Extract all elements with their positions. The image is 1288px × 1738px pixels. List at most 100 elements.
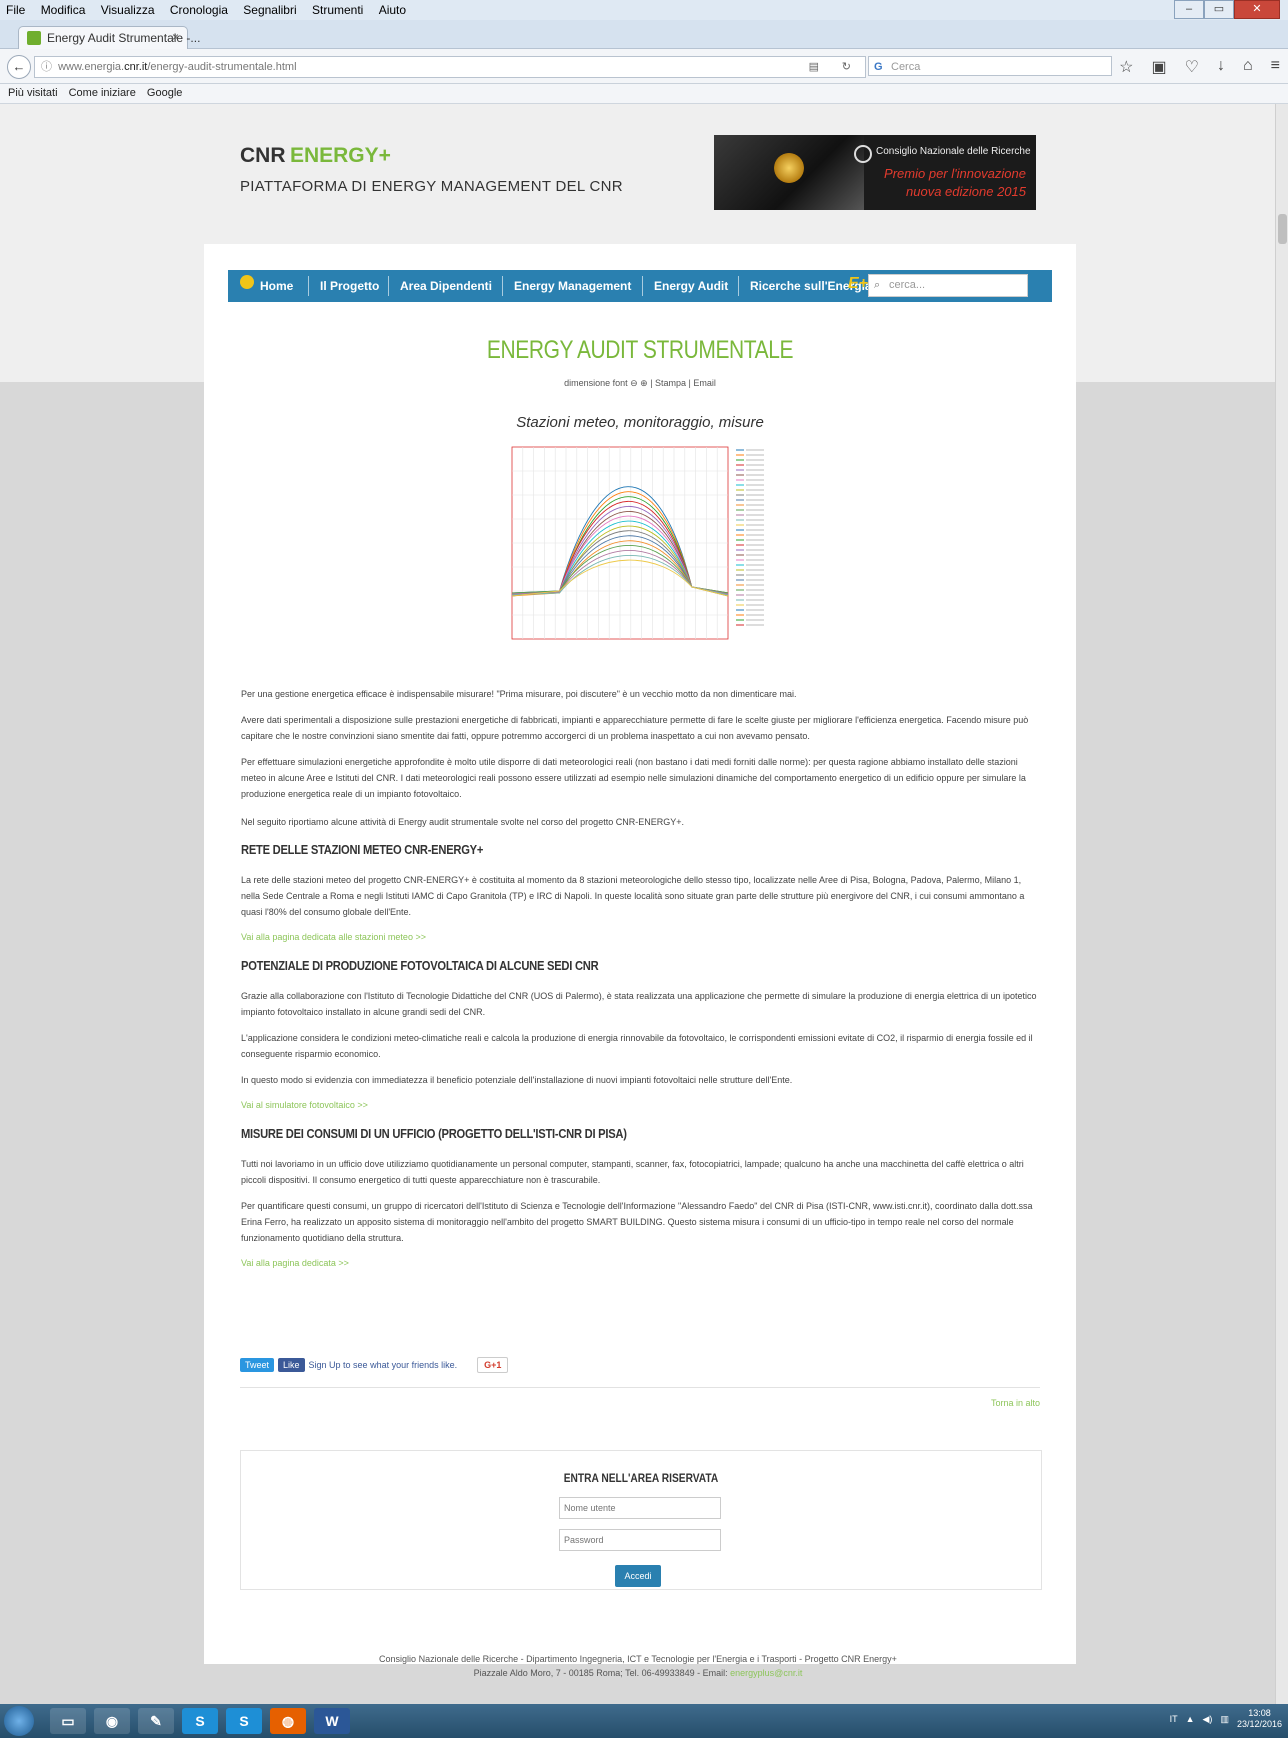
chart-grid bbox=[512, 447, 728, 639]
search-engine-icon[interactable]: G bbox=[874, 57, 883, 77]
page-scrollbar[interactable] bbox=[1275, 104, 1288, 1704]
paragraph-isti: Per quantificare questi consumi, un grup… bbox=[241, 1201, 1033, 1243]
skype-business-icon[interactable]: S bbox=[226, 1708, 262, 1734]
banner-line2: Premio per l'innovazione bbox=[884, 166, 1026, 181]
banner-line1: Consiglio Nazionale delle Ricerche bbox=[876, 146, 1031, 157]
nav-divider bbox=[502, 276, 503, 296]
media-icon[interactable]: ◉ bbox=[94, 1708, 130, 1734]
menu-cronologia[interactable]: Cronologia bbox=[164, 0, 234, 17]
bookmark-star-icon[interactable]: ☆ bbox=[1119, 57, 1133, 77]
skype-icon[interactable]: S bbox=[182, 1708, 218, 1734]
close-window-button[interactable]: ✕ bbox=[1234, 0, 1280, 19]
nav-divider bbox=[388, 276, 389, 296]
url-host: cnr.it bbox=[124, 61, 148, 73]
browser-menubar: File Modifica Visualizza Cronologia Segn… bbox=[0, 0, 1288, 20]
minimize-button[interactable]: – bbox=[1174, 0, 1204, 19]
word-icon[interactable]: W bbox=[314, 1708, 350, 1734]
brand-energy: ENERGY+ bbox=[289, 144, 391, 167]
tab-close-icon[interactable]: × bbox=[172, 30, 179, 44]
login-title: ENTRA NELL'AREA RISERVATA bbox=[563, 1471, 719, 1485]
nav-il-progetto[interactable]: Il Progetto bbox=[320, 270, 379, 302]
reader-view-icon[interactable]: ▤ bbox=[809, 57, 819, 77]
menu-strumenti[interactable]: Strumenti bbox=[306, 0, 369, 17]
link-pagina-dedicata[interactable]: Vai alla pagina dedicata >> bbox=[241, 1258, 349, 1268]
url-prefix: www.energia. bbox=[58, 61, 125, 73]
tweet-button[interactable]: Tweet bbox=[240, 1358, 275, 1372]
menu-visualizza[interactable]: Visualizza bbox=[95, 0, 161, 17]
tray-arrow-icon[interactable]: ▲ bbox=[1186, 1714, 1195, 1724]
downloads-icon[interactable]: ↓ bbox=[1217, 57, 1225, 77]
paragraph-dati-sperimentali: Avere dati sperimentali a disposizione s… bbox=[241, 715, 1029, 741]
meteo-chart-image bbox=[494, 442, 784, 660]
clock[interactable]: 13:08 23/12/2016 bbox=[1237, 1708, 1282, 1730]
explorer-icon[interactable]: ▭ bbox=[50, 1708, 86, 1734]
paragraph-ufficio: Tutti noi lavoriamo in un ufficio dove u… bbox=[241, 1159, 1024, 1185]
site-search-placeholder: cerca... bbox=[889, 279, 926, 291]
tab-energy-audit[interactable]: Energy Audit Strumentale -... × bbox=[18, 26, 200, 49]
login-button[interactable]: Accedi bbox=[615, 1565, 661, 1587]
chart-legend bbox=[736, 449, 764, 626]
article-tools[interactable]: dimensione font ⊖ ⊕ | Stampa | Email bbox=[204, 378, 1076, 389]
bookmark-piu-visitati[interactable]: Più visitati bbox=[8, 84, 58, 99]
firefox-icon[interactable]: ◍ bbox=[270, 1708, 306, 1734]
menu-file[interactable]: File bbox=[0, 0, 31, 17]
bookmarks-list-icon[interactable]: ▣ bbox=[1152, 57, 1167, 77]
nav-energy-audit[interactable]: Energy Audit bbox=[654, 270, 728, 302]
menu-modifica[interactable]: Modifica bbox=[35, 0, 92, 17]
back-to-top-link[interactable]: Torna in alto bbox=[991, 1398, 1040, 1408]
url-bar[interactable]: ⓘ www.energia.cnr.it/energy-audit-strume… bbox=[34, 56, 866, 78]
login-box: ENTRA NELL'AREA RISERVATA Accedi bbox=[240, 1450, 1042, 1590]
back-button[interactable]: ← bbox=[7, 55, 31, 79]
link-stazioni-meteo[interactable]: Vai alla pagina dedicata alle stazioni m… bbox=[241, 932, 426, 942]
toolbar-icons: ☆ ▣ ♡ ↓ ⌂ ≡ bbox=[1119, 57, 1280, 77]
paragraph-fv-applicazione: L'applicazione considera le condizioni m… bbox=[241, 1033, 1033, 1059]
lamp-icon bbox=[774, 153, 804, 183]
menu-aiuto[interactable]: Aiuto bbox=[373, 0, 412, 17]
nav-energy-management[interactable]: Energy Management bbox=[514, 270, 631, 302]
bookmark-come-iniziare[interactable]: Come iniziare bbox=[69, 84, 136, 99]
footer-line2: Piazzale Aldo Moro, 7 - 00185 Roma; Tel.… bbox=[0, 1666, 1276, 1680]
volume-icon[interactable]: ◀) bbox=[1203, 1714, 1213, 1725]
paragraph-simulazioni: Per effettuare simulazioni energetiche a… bbox=[241, 757, 1026, 799]
username-input[interactable] bbox=[559, 1497, 721, 1519]
info-icon[interactable]: ⓘ bbox=[41, 57, 55, 77]
site-footer: Consiglio Nazionale delle Ricerche - Dip… bbox=[0, 1652, 1276, 1680]
pocket-icon[interactable]: ♡ bbox=[1185, 57, 1199, 77]
maximize-button[interactable]: ▭ bbox=[1204, 0, 1234, 19]
bookmark-google[interactable]: Google bbox=[147, 84, 182, 99]
facebook-like-button[interactable]: Like bbox=[278, 1358, 305, 1372]
site-branding[interactable]: CNR ENERGY+ PIATTAFORMA DI ENERGY MANAGE… bbox=[240, 144, 623, 195]
clock-time: 13:08 bbox=[1248, 1708, 1271, 1718]
language-indicator[interactable]: IT bbox=[1170, 1714, 1178, 1724]
innovation-banner[interactable]: Consiglio Nazionale delle Ricerche Premi… bbox=[714, 135, 1036, 210]
nav-home[interactable]: Home bbox=[260, 270, 293, 302]
page-viewport: CNR ENERGY+ PIATTAFORMA DI ENERGY MANAGE… bbox=[0, 104, 1276, 1704]
search-placeholder: Cerca bbox=[891, 61, 921, 73]
windows-taskbar: ▭ ◉ ✎ S S ◍ W IT ▲ ◀) ▥ 13:08 23/12/2016 bbox=[0, 1704, 1288, 1738]
menu-segnalibri[interactable]: Segnalibri bbox=[237, 0, 302, 17]
divider bbox=[240, 1387, 1040, 1388]
browser-navbar: ← ⓘ www.energia.cnr.it/energy-audit-stru… bbox=[0, 49, 1288, 84]
nav-divider bbox=[308, 276, 309, 296]
site-subtitle: PIATTAFORMA DI ENERGY MANAGEMENT DEL CNR bbox=[240, 178, 623, 195]
scrollbar-thumb[interactable] bbox=[1278, 214, 1287, 244]
footer-email-link[interactable]: energyplus@cnr.it bbox=[730, 1668, 802, 1678]
hamburger-menu-icon[interactable]: ≡ bbox=[1271, 57, 1280, 77]
home-icon[interactable]: ⌂ bbox=[1243, 57, 1253, 77]
bookmarks-bar: Più visitati Come iniziare Google bbox=[0, 84, 1288, 104]
url-path: /energy-audit-strumentale.html bbox=[147, 61, 297, 73]
start-button[interactable] bbox=[4, 1706, 34, 1736]
cnr-logo-icon bbox=[854, 145, 872, 163]
network-icon[interactable]: ▥ bbox=[1220, 1714, 1229, 1725]
password-input[interactable] bbox=[559, 1529, 721, 1551]
nav-area-dipendenti[interactable]: Area Dipendenti bbox=[400, 270, 492, 302]
reload-icon[interactable]: ↻ bbox=[842, 57, 851, 77]
browser-search-input[interactable]: G Cerca bbox=[868, 56, 1112, 76]
clock-date: 23/12/2016 bbox=[1236, 1719, 1282, 1729]
tools-icon[interactable]: ✎ bbox=[138, 1708, 174, 1734]
google-plus-button[interactable]: G+1 bbox=[477, 1357, 509, 1373]
site-search-input[interactable]: ⌕ cerca... bbox=[868, 274, 1028, 297]
facebook-signup-text[interactable]: Sign Up to see what your friends like. bbox=[309, 1360, 458, 1370]
paragraph-intro: Per una gestione energetica efficace è i… bbox=[241, 689, 797, 699]
link-simulatore-fotovoltaico[interactable]: Vai al simulatore fotovoltaico >> bbox=[241, 1100, 368, 1110]
